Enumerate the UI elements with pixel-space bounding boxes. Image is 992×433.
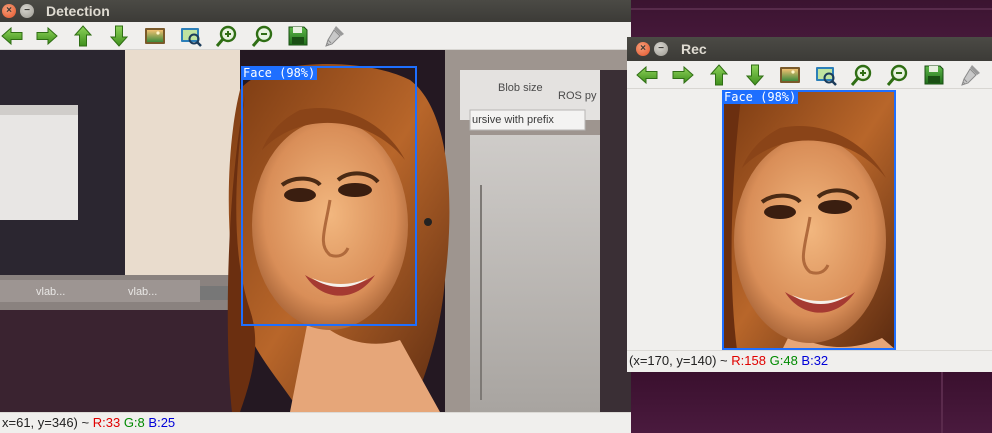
save-icon [286, 24, 310, 48]
zoom-fit-button[interactable] [143, 24, 167, 48]
image-zoom-icon [179, 24, 203, 48]
zoom-fit-button[interactable] [778, 63, 802, 87]
detection-statusbar: x=61, y=346) ~ R:33 G:8 B:25 [0, 412, 631, 432]
pan-up-button[interactable] [707, 63, 731, 87]
window-title: Detection [46, 3, 110, 19]
pixel-red-value: R:158 [731, 353, 766, 368]
pixel-red-value: R:33 [92, 415, 121, 430]
zoom-in-icon [850, 63, 874, 87]
arrow-down-icon [107, 24, 131, 48]
pixel-blue-value: B:32 [801, 353, 829, 368]
arrow-left-icon [635, 63, 659, 87]
minimize-icon[interactable]: − [20, 4, 34, 18]
zoom-in-icon [215, 24, 239, 48]
zoom-original-button[interactable] [814, 63, 838, 87]
detection-toolbar [0, 22, 631, 50]
screen-tab-label: Blob size [498, 82, 543, 94]
save-button[interactable] [286, 24, 310, 48]
image-zoom-icon [814, 63, 838, 87]
pixel-green-value: G:48 [769, 353, 798, 368]
rec-toolbar [627, 61, 992, 89]
rec-statusbar: (x=170, y=140) ~ R:158 G:48 B:32 [627, 350, 992, 370]
desktop-background-lower [631, 372, 992, 433]
pixel-blue-value: B:25 [148, 415, 176, 430]
zoom-in-button[interactable] [215, 24, 239, 48]
pan-down-button[interactable] [107, 24, 131, 48]
properties-button[interactable] [958, 63, 982, 87]
detection-titlebar[interactable]: × − Detection [0, 0, 631, 22]
screen-tab-label: vlab... [128, 286, 158, 298]
zoom-original-button[interactable] [179, 24, 203, 48]
rec-image-canvas[interactable]: Face (98%) [627, 89, 992, 350]
minimize-icon[interactable]: − [654, 42, 668, 56]
arrow-left-icon [0, 24, 24, 48]
detection-image-canvas[interactable]: vlab... vlab... Blob size ROS py ursive … [0, 50, 631, 412]
close-icon[interactable]: × [636, 42, 650, 56]
screen-tab-label: vlab... [36, 286, 66, 298]
face-detection-label: Face (98%) [241, 66, 318, 80]
pan-left-button[interactable] [0, 24, 24, 48]
detection-window: × − Detection vlab... vlab... Blob size … [0, 0, 631, 433]
screen-url-text: ursive with prefix [472, 114, 554, 126]
face-bounding-box [722, 90, 896, 350]
desktop-divider [941, 372, 943, 433]
cursor-coordinates: (x=170, y=140) ~ [629, 353, 728, 368]
pan-left-button[interactable] [635, 63, 659, 87]
image-fit-icon [778, 63, 802, 87]
save-button[interactable] [922, 63, 946, 87]
zoom-out-button[interactable] [886, 63, 910, 87]
arrow-right-icon [671, 63, 695, 87]
arrow-down-icon [743, 63, 767, 87]
desktop-highlight [631, 8, 992, 10]
pan-right-button[interactable] [671, 63, 695, 87]
arrow-up-icon [71, 24, 95, 48]
face-bounding-box [241, 66, 417, 326]
zoom-out-button[interactable] [251, 24, 275, 48]
brush-icon [322, 24, 346, 48]
close-icon[interactable]: × [2, 4, 16, 18]
pan-right-button[interactable] [35, 24, 59, 48]
rec-titlebar[interactable]: × − Rec [627, 37, 992, 61]
zoom-in-button[interactable] [850, 63, 874, 87]
pan-up-button[interactable] [71, 24, 95, 48]
zoom-out-icon [886, 63, 910, 87]
save-icon [922, 63, 946, 87]
desktop-background [631, 0, 992, 40]
pan-down-button[interactable] [743, 63, 767, 87]
image-fit-icon [143, 24, 167, 48]
window-title: Rec [681, 41, 707, 57]
arrow-right-icon [35, 24, 59, 48]
properties-button[interactable] [322, 24, 346, 48]
zoom-out-icon [251, 24, 275, 48]
face-detection-label: Face (98%) [722, 90, 799, 104]
pixel-green-value: G:8 [123, 415, 145, 430]
brush-icon [958, 63, 982, 87]
rec-window: × − Rec Face (98%) (x=170, y=140) ~ R:15… [627, 37, 992, 372]
arrow-up-icon [707, 63, 731, 87]
cursor-coordinates: x=61, y=346) ~ [2, 415, 90, 430]
screen-tab-label: ROS py [558, 90, 597, 102]
